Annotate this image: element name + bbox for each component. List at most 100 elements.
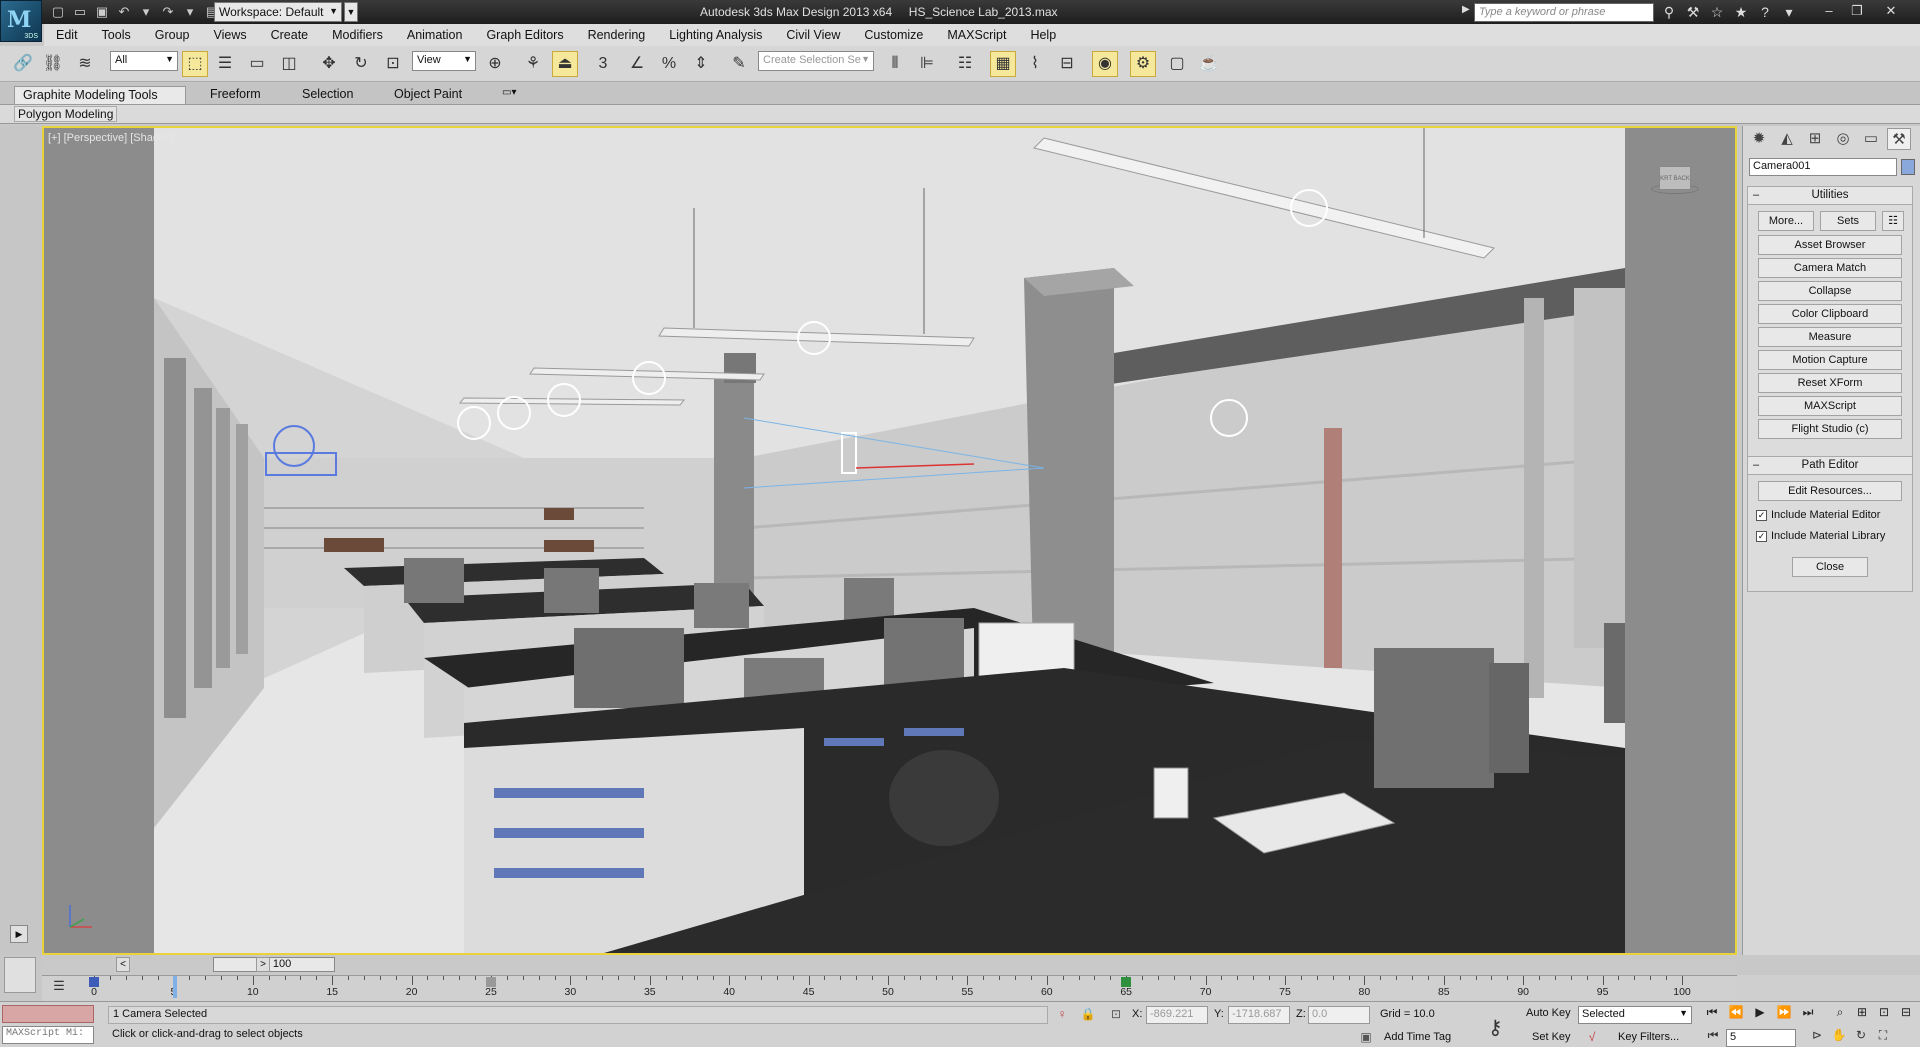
pan-view-icon[interactable]: ✋ (1830, 1028, 1848, 1046)
set-key-button[interactable]: Set Key (1532, 1031, 1571, 1043)
link-icon[interactable]: 🔗 (10, 51, 36, 77)
render-production-icon[interactable]: ☕ (1196, 51, 1222, 77)
menu-civil-view[interactable]: Civil View (774, 28, 852, 42)
bind-space-warp-icon[interactable]: ≋ (72, 51, 98, 77)
more-button[interactable]: More... (1758, 211, 1814, 231)
viewcube[interactable]: KRT BACK (1651, 164, 1699, 196)
key-filters-button[interactable]: Key Filters... (1618, 1031, 1679, 1043)
tab-selection[interactable]: Selection (294, 86, 361, 104)
restore-button[interactable]: ❐ (1846, 2, 1868, 20)
menu-edit[interactable]: Edit (44, 28, 90, 42)
time-slider-thumb[interactable]: 5 / 100 (213, 957, 336, 972)
z-coordinate-field[interactable]: 0.0 (1308, 1006, 1370, 1024)
edit-resources-button[interactable]: Edit Resources... (1758, 481, 1902, 501)
rendered-frame-window-icon[interactable]: ▢ (1164, 51, 1190, 77)
layer-manager-icon[interactable]: ☷ (952, 51, 978, 77)
include-material-editor-checkbox[interactable]: ✓ Include Material Editor (1756, 509, 1880, 521)
key-icon[interactable]: ⚷ (1488, 1015, 1503, 1040)
named-selection-sets-dropdown[interactable]: Create Selection Se ▼ (758, 51, 874, 71)
material-editor-icon[interactable]: ◉ (1092, 51, 1118, 77)
spinner-snap-icon[interactable]: ⇕ (688, 51, 714, 77)
orbit-icon[interactable]: ↻ (1852, 1028, 1870, 1046)
menu-rendering[interactable]: Rendering (576, 28, 658, 42)
select-by-name-icon[interactable]: ☰ (212, 51, 238, 77)
workspace-dropdown[interactable]: Workspace: Default ▼ (214, 2, 342, 22)
camera-match-button[interactable]: Camera Match (1758, 258, 1902, 278)
undo-dropdown-icon[interactable]: ▾ (138, 4, 154, 20)
maxscript-listener-output[interactable] (2, 1005, 94, 1023)
keyframe-marker[interactable] (1121, 977, 1132, 987)
keyframe-marker[interactable] (486, 977, 496, 987)
select-move-icon[interactable]: ✥ (316, 51, 342, 77)
unlink-icon[interactable]: ⛓ (40, 51, 66, 77)
utilities-rollout-header[interactable]: – Utilities (1748, 187, 1912, 205)
motion-capture-button[interactable]: Motion Capture (1758, 350, 1902, 370)
render-setup-icon[interactable]: ⚙ (1130, 51, 1156, 77)
minimize-button[interactable]: – (1818, 2, 1840, 20)
search-input[interactable]: Type a keyword or phrase (1474, 3, 1654, 22)
menu-group[interactable]: Group (143, 28, 202, 42)
pivot-center-icon[interactable]: ⊕ (482, 51, 508, 77)
key-mode-toggle-icon[interactable]: ⏮ (1704, 1028, 1722, 1046)
angle-snap-icon[interactable]: ∠ (624, 51, 650, 77)
redo-dropdown-icon[interactable]: ▾ (182, 4, 198, 20)
configure-button-sets-icon[interactable]: ☷ (1882, 211, 1904, 231)
help-dropdown-icon[interactable]: ▾ (1780, 3, 1798, 21)
binoculars-icon[interactable]: ⚲ (1660, 3, 1678, 21)
menu-create[interactable]: Create (259, 28, 321, 42)
new-file-icon[interactable]: ▢ (50, 4, 66, 20)
menu-animation[interactable]: Animation (395, 28, 475, 42)
redo-icon[interactable]: ↷ (160, 4, 176, 20)
align-icon[interactable]: ⊫ (914, 51, 940, 77)
mini-curve-editor-toggle[interactable] (4, 957, 36, 993)
key-mode-dropdown[interactable]: Selected ▼ (1578, 1006, 1692, 1024)
rectangular-selection-icon[interactable]: ▭ (244, 51, 270, 77)
perspective-viewport[interactable]: [+] [Perspective] [Shaded] KRT BACK (42, 126, 1737, 955)
keyframe-marker[interactable] (89, 977, 99, 987)
zoom-extents-all-icon[interactable]: ⊟ (1896, 1005, 1916, 1023)
time-slider[interactable]: < 5 / 100 > (42, 955, 1737, 975)
window-crossing-icon[interactable]: ◫ (276, 51, 302, 77)
current-frame-field[interactable]: 5 (1726, 1029, 1796, 1047)
close-path-editor-button[interactable]: Close (1792, 557, 1868, 577)
menu-maxscript[interactable]: MAXScript (935, 28, 1018, 42)
keyboard-shortcut-override-icon[interactable]: ⏏ (552, 51, 578, 77)
tab-graphite-modeling-tools[interactable]: Graphite Modeling Tools (14, 86, 186, 104)
menu-customize[interactable]: Customize (852, 28, 935, 42)
time-tag-icon[interactable]: ▣ (1358, 1030, 1374, 1046)
object-color-swatch[interactable] (1901, 159, 1915, 175)
sets-button[interactable]: Sets (1820, 211, 1876, 231)
quick-access-customize-icon[interactable]: ▼ (344, 2, 358, 22)
add-time-tag-button[interactable]: Add Time Tag (1384, 1031, 1451, 1043)
application-button[interactable]: M 3DS (0, 0, 42, 42)
display-tab-icon[interactable]: ▭ (1859, 128, 1883, 150)
menu-graph-editors[interactable]: Graph Editors (474, 28, 575, 42)
object-name-field[interactable]: Camera001 (1749, 158, 1897, 176)
auto-key-button[interactable]: Auto Key (1526, 1007, 1571, 1019)
modify-tab-icon[interactable]: ◭ (1775, 128, 1799, 150)
expand-panel-icon[interactable]: ▶ (10, 925, 28, 943)
hierarchy-tab-icon[interactable]: ⊞ (1803, 128, 1827, 150)
reference-coordinate-dropdown[interactable]: View ▼ (412, 51, 476, 71)
color-clipboard-button[interactable]: Color Clipboard (1758, 304, 1902, 324)
tab-object-paint[interactable]: Object Paint (386, 86, 470, 104)
maxscript-button[interactable]: MAXScript (1758, 396, 1902, 416)
polygon-modeling-panel[interactable]: Polygon Modeling (14, 106, 118, 122)
open-file-icon[interactable]: ▭ (72, 4, 88, 20)
create-tab-icon[interactable]: ✹ (1747, 128, 1771, 150)
menu-lighting-analysis[interactable]: Lighting Analysis (657, 28, 774, 42)
isolate-selection-icon[interactable]: ♀ (1054, 1007, 1070, 1023)
utilities-tab-icon[interactable]: ⚒ (1887, 128, 1911, 150)
asset-browser-button[interactable]: Asset Browser (1758, 235, 1902, 255)
help-icon[interactable]: ? (1756, 3, 1774, 21)
key-filter-curve-icon[interactable]: √ (1584, 1030, 1600, 1046)
maximize-viewport-icon[interactable]: ⛶ (1874, 1028, 1892, 1046)
select-rotate-icon[interactable]: ↻ (348, 51, 374, 77)
edit-named-selection-icon[interactable]: ✎ (726, 51, 752, 77)
menu-tools[interactable]: Tools (90, 28, 143, 42)
play-icon[interactable]: ▶ (1750, 1005, 1770, 1023)
graphite-toggle-icon[interactable]: ▦ (990, 51, 1016, 77)
snaps-toggle-icon[interactable]: 3 (590, 51, 616, 77)
percent-snap-icon[interactable]: % (656, 51, 682, 77)
previous-key-icon[interactable]: ⏪ (1726, 1005, 1746, 1023)
